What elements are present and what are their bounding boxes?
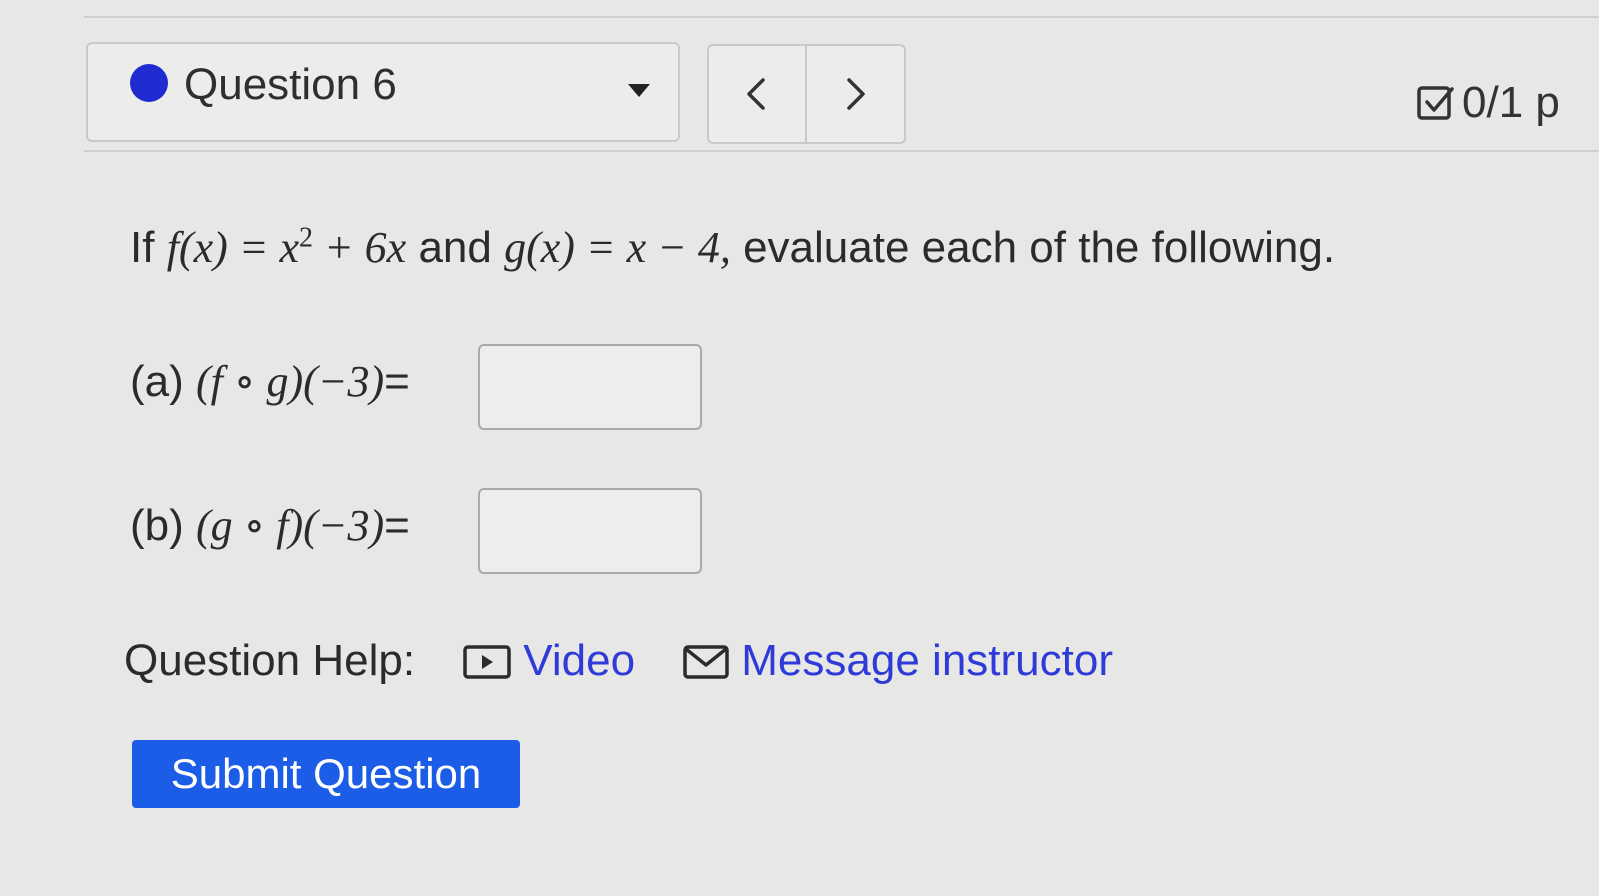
message-instructor-link[interactable]: Message instructor bbox=[741, 636, 1113, 685]
chevron-right-icon bbox=[847, 78, 865, 110]
checkbox-icon bbox=[1417, 86, 1454, 120]
statement-and: and bbox=[418, 223, 492, 272]
chevron-left-icon bbox=[747, 78, 765, 110]
next-question-button[interactable] bbox=[807, 46, 903, 142]
video-icon bbox=[463, 640, 512, 690]
part-b-expression: (g ∘ f)(−3) bbox=[196, 501, 385, 550]
statement-if: If bbox=[130, 223, 155, 272]
statement-rest: evaluate each of the following. bbox=[743, 223, 1336, 272]
part-b-equals: = bbox=[384, 501, 410, 550]
f-exponent: 2 bbox=[298, 222, 313, 254]
question-label: Question 6 bbox=[184, 60, 397, 109]
question-help-label: Question Help: bbox=[124, 636, 416, 685]
answer-input-a[interactable] bbox=[478, 344, 702, 430]
part-a-expression: (f ∘ g)(−3) bbox=[196, 357, 385, 406]
part-b-label: (b) bbox=[130, 501, 184, 550]
f-definition: f(x) = x bbox=[166, 223, 299, 272]
question-help: Question Help: Video Message instructor bbox=[124, 636, 1113, 690]
status-dot-icon bbox=[130, 64, 168, 102]
question-selector[interactable]: Question 6 bbox=[86, 42, 680, 142]
mail-icon bbox=[683, 640, 730, 690]
submit-question-button[interactable]: Submit Question bbox=[132, 740, 520, 808]
score-text: 0/1 p bbox=[1462, 78, 1560, 127]
top-divider bbox=[84, 16, 1599, 18]
dropdown-caret-icon bbox=[628, 84, 650, 97]
f-tail: + 6x bbox=[312, 223, 407, 272]
question-statement: If f(x) = x2 + 6x and g(x) = x − 4, eval… bbox=[130, 222, 1335, 273]
g-definition: g(x) = x − 4, bbox=[504, 223, 731, 272]
part-b: (b) (g ∘ f)(−3)= bbox=[130, 500, 410, 551]
answer-input-b[interactable] bbox=[478, 488, 702, 574]
score-display: 0/1 p bbox=[1416, 78, 1560, 128]
header-divider bbox=[84, 150, 1599, 152]
question-nav bbox=[707, 44, 906, 144]
video-link[interactable]: Video bbox=[523, 636, 635, 685]
previous-question-button[interactable] bbox=[709, 46, 805, 142]
part-a: (a) (f ∘ g)(−3)= bbox=[130, 356, 410, 407]
part-a-label: (a) bbox=[130, 357, 184, 406]
part-a-equals: = bbox=[384, 357, 410, 406]
